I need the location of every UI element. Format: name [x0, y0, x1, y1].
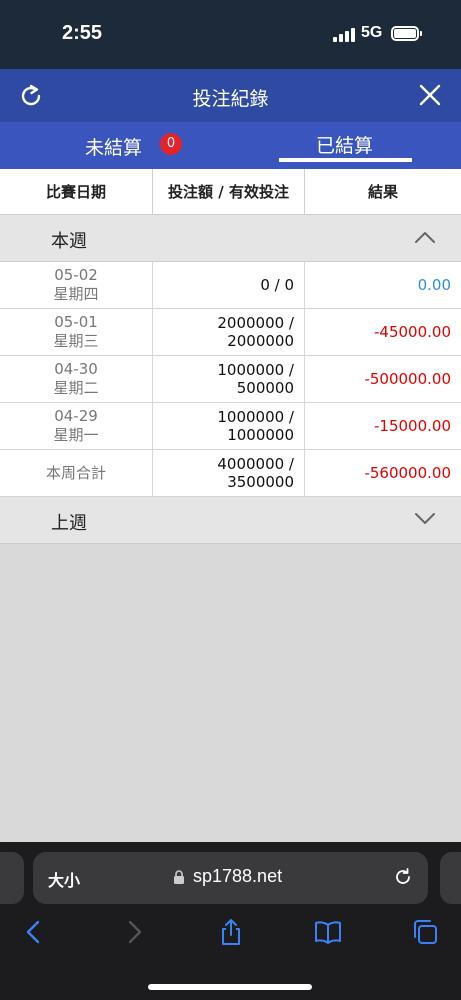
table-row: 04-30 星期二 1000000 / 500000 -500000.00 [0, 356, 461, 403]
amount-cell: 0 / 0 [152, 262, 305, 308]
column-header-amount: 投注額 / 有效投注 [152, 169, 305, 215]
result-cell: -500000.00 [364, 370, 451, 388]
table-row: 04-29 星期一 1000000 / 1000000 -15000.00 [0, 403, 461, 450]
section-last-week[interactable]: 上週 [0, 497, 461, 544]
page-title: 投注紀錄 [192, 88, 269, 110]
total-label: 本周合計 [45, 464, 106, 482]
date-cell: 05-02 星期四 [53, 266, 99, 303]
result-cell: -15000.00 [374, 417, 451, 435]
date-cell: 04-30 星期二 [53, 360, 99, 397]
table-row: 05-01 星期三 2000000 / 2000000 -45000.00 [0, 309, 461, 356]
next-tab-preview[interactable] [440, 852, 461, 904]
section-title: 上週 [51, 513, 87, 534]
table-header: 比賽日期 投注額 / 有效投注 結果 [0, 169, 461, 215]
url-text[interactable]: sp1788.net [193, 866, 282, 887]
amount-cell: 1000000 / 1000000 [152, 403, 305, 449]
amount-cell: 1000000 / 500000 [152, 356, 305, 402]
result-cell: -45000.00 [374, 323, 451, 341]
close-icon[interactable] [419, 84, 441, 106]
status-time: 2:55 [62, 22, 103, 44]
address-bar[interactable]: 大小 sp1788.net [33, 852, 428, 904]
active-tab-indicator [279, 158, 412, 162]
chevron-up-icon[interactable] [415, 230, 435, 244]
forward-icon[interactable] [120, 918, 148, 946]
amount-cell: 2000000 / 2000000 [152, 309, 305, 355]
date-cell: 05-01 星期三 [53, 313, 99, 350]
date-cell: 04-29 星期一 [53, 407, 99, 444]
amount-cell: 4000000 / 3500000 [152, 450, 305, 496]
home-indicator [148, 984, 312, 990]
section-this-week[interactable]: 本週 [0, 215, 461, 262]
tabs-icon[interactable] [411, 918, 439, 946]
result-cell: 0.00 [417, 276, 451, 294]
bookmarks-icon[interactable] [314, 918, 342, 946]
status-bar: 2:55 5G [0, 0, 461, 69]
battery-icon [391, 26, 422, 41]
unsettled-count-badge: 0 [160, 133, 182, 155]
table-row: 05-02 星期四 0 / 0 0.00 [0, 262, 461, 309]
network-label: 5G [361, 24, 383, 41]
reload-icon[interactable] [393, 867, 413, 887]
column-header-date: 比賽日期 [45, 183, 106, 201]
section-title: 本週 [51, 231, 87, 252]
total-row: 本周合計 4000000 / 3500000 -560000.00 [0, 450, 461, 497]
chevron-down-icon[interactable] [415, 512, 435, 526]
app-header: 投注紀錄 [0, 69, 461, 122]
previous-tab-preview[interactable] [0, 852, 24, 904]
browser-toolbar: 大小 sp1788.net [0, 842, 461, 1000]
result-cell: -560000.00 [364, 464, 451, 482]
back-icon[interactable] [20, 918, 48, 946]
lock-icon [174, 870, 184, 884]
share-icon[interactable] [217, 918, 245, 946]
column-header-result: 結果 [367, 183, 398, 201]
text-size-button[interactable]: 大小 [48, 867, 80, 891]
signal-icon [333, 26, 355, 42]
